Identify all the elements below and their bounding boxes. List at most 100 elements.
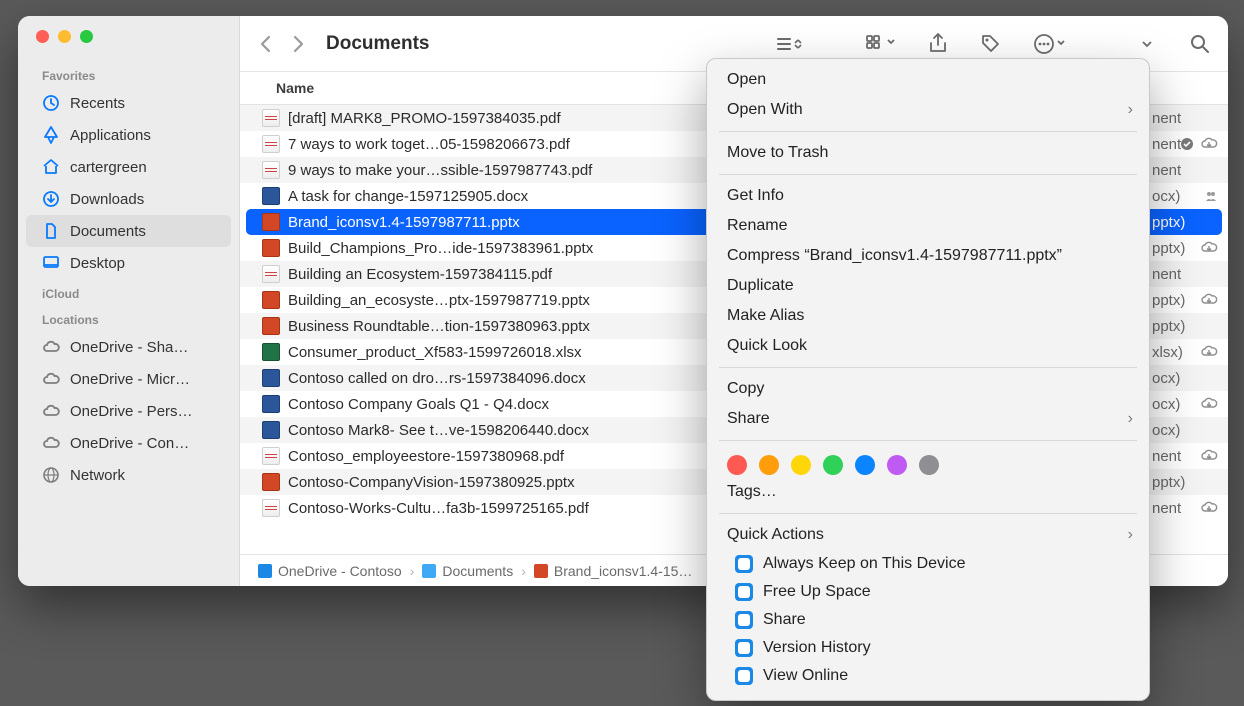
menu-item[interactable]: Share› <box>707 404 1149 434</box>
sidebar-item-label: Recents <box>70 95 125 112</box>
kind-cell: nent <box>1144 105 1220 131</box>
sidebar-item-onedrive-con[interactable]: OneDrive - Con… <box>18 427 239 459</box>
chevron-right-icon: › <box>1128 526 1133 544</box>
sidebar-item-label: OneDrive - Sha… <box>70 339 188 356</box>
search-button[interactable] <box>1190 34 1210 54</box>
kind-cell: pptx) <box>1144 209 1220 235</box>
file-type-icon <box>262 161 280 179</box>
quick-action-item[interactable]: Version History <box>707 634 1149 662</box>
sidebar-item-label: Downloads <box>70 191 144 208</box>
quick-action-item[interactable]: View Online <box>707 662 1149 690</box>
globe-icon <box>42 466 60 484</box>
chevron-right-icon: › <box>410 563 415 579</box>
tag-color-dot[interactable] <box>887 455 907 475</box>
quick-action-item[interactable]: Share <box>707 606 1149 634</box>
menu-item-quick-actions[interactable]: Quick Actions › <box>707 520 1149 550</box>
menu-item[interactable]: Get Info <box>707 181 1149 211</box>
file-type-icon <box>262 291 280 309</box>
sidebar-item-label: Applications <box>70 127 151 144</box>
kind-cell: ocx) <box>1144 183 1220 209</box>
sidebar-item-desktop[interactable]: Desktop <box>18 247 239 279</box>
menu-item[interactable]: Open With› <box>707 95 1149 125</box>
share-button[interactable] <box>928 33 948 55</box>
onedrive-icon <box>735 639 753 657</box>
file-type-icon <box>262 421 280 439</box>
clock-icon <box>42 94 60 112</box>
sidebar-item-onedrive-pers[interactable]: OneDrive - Pers… <box>18 395 239 427</box>
window-title: Documents <box>326 33 429 55</box>
kind-cell: nent <box>1144 261 1220 287</box>
menu-item[interactable]: Quick Look <box>707 331 1149 361</box>
sidebar-item-network[interactable]: Network <box>18 459 239 491</box>
menu-separator <box>719 174 1137 175</box>
sidebar-item-onedrive-sha[interactable]: OneDrive - Sha… <box>18 331 239 363</box>
sidebar-item-label: OneDrive - Micr… <box>70 371 190 388</box>
sidebar-section-label: iCloud <box>18 279 239 305</box>
kind-cell: nent <box>1144 131 1220 157</box>
menu-item-label: Quick Actions <box>727 526 824 544</box>
tag-color-dot[interactable] <box>823 455 843 475</box>
tag-color-dot[interactable] <box>855 455 875 475</box>
menu-item[interactable]: Open <box>707 65 1149 95</box>
tag-color-dot[interactable] <box>759 455 779 475</box>
kind-cell: pptx) <box>1144 235 1220 261</box>
download-icon <box>42 190 60 208</box>
kind-cell: nent <box>1144 495 1220 521</box>
kind-cell: pptx) <box>1144 313 1220 339</box>
menu-item[interactable]: Copy <box>707 374 1149 404</box>
action-menu-button[interactable] <box>1034 33 1066 55</box>
quick-action-item[interactable]: Free Up Space <box>707 578 1149 606</box>
menu-item-label: Move to Trash <box>727 144 828 162</box>
sidebar-item-downloads[interactable]: Downloads <box>18 183 239 215</box>
kind-cell: ocx) <box>1144 417 1220 443</box>
quick-action-label: Always Keep on This Device <box>763 555 965 573</box>
file-type-icon <box>262 265 280 283</box>
menu-item[interactable]: Rename <box>707 211 1149 241</box>
path-segment[interactable]: Brand_iconsv1.4-15… <box>534 563 693 579</box>
path-segment[interactable]: Documents <box>422 563 513 579</box>
forward-button[interactable] <box>292 34 306 54</box>
minimize-button[interactable] <box>58 30 71 43</box>
tag-color-dot[interactable] <box>919 455 939 475</box>
sidebar-item-recents[interactable]: Recents <box>18 87 239 119</box>
sidebar-item-label: OneDrive - Pers… <box>70 403 193 420</box>
menu-item[interactable]: Make Alias <box>707 301 1149 331</box>
back-button[interactable] <box>258 34 272 54</box>
cloud-icon <box>42 434 60 452</box>
apps-icon <box>42 126 60 144</box>
menu-item[interactable]: Duplicate <box>707 271 1149 301</box>
close-button[interactable] <box>36 30 49 43</box>
house-icon <box>42 158 60 176</box>
menu-item-label: Quick Look <box>727 337 807 355</box>
kind-cell: ocx) <box>1144 391 1220 417</box>
menu-item[interactable]: Compress “Brand_iconsv1.4-1597987711.ppt… <box>707 241 1149 271</box>
menu-item-tags[interactable]: Tags… <box>707 477 1149 507</box>
sidebar-item-documents[interactable]: Documents <box>26 215 231 247</box>
sidebar-item-applications[interactable]: Applications <box>18 119 239 151</box>
menu-separator <box>719 131 1137 132</box>
context-menu: OpenOpen With› Move to Trash Get InfoRenam… <box>706 58 1150 701</box>
tag-color-dot[interactable] <box>727 455 747 475</box>
zoom-button[interactable] <box>80 30 93 43</box>
group-button[interactable] <box>866 35 896 53</box>
dropdown-button[interactable] <box>1140 37 1154 51</box>
cloud-icon <box>42 402 60 420</box>
path-label: OneDrive - Contoso <box>278 563 402 579</box>
file-type-icon <box>262 499 280 517</box>
path-segment[interactable]: OneDrive - Contoso <box>258 563 402 579</box>
kind-cell: nent <box>1144 157 1220 183</box>
quick-action-item[interactable]: Always Keep on This Device <box>707 550 1149 578</box>
view-list-button[interactable] <box>776 34 804 54</box>
sidebar-section-label: Locations <box>18 305 239 331</box>
menu-separator <box>719 440 1137 441</box>
sidebar-item-home[interactable]: cartergreen <box>18 151 239 183</box>
file-type-icon <box>262 109 280 127</box>
tag-color-dot[interactable] <box>791 455 811 475</box>
file-type-icon <box>262 135 280 153</box>
sidebar-item-onedrive-micr[interactable]: OneDrive - Micr… <box>18 363 239 395</box>
quick-action-label: Free Up Space <box>763 583 871 601</box>
file-type-icon <box>262 395 280 413</box>
menu-item[interactable]: Move to Trash <box>707 138 1149 168</box>
menu-item-label: Copy <box>727 380 764 398</box>
tags-button[interactable] <box>980 33 1002 55</box>
